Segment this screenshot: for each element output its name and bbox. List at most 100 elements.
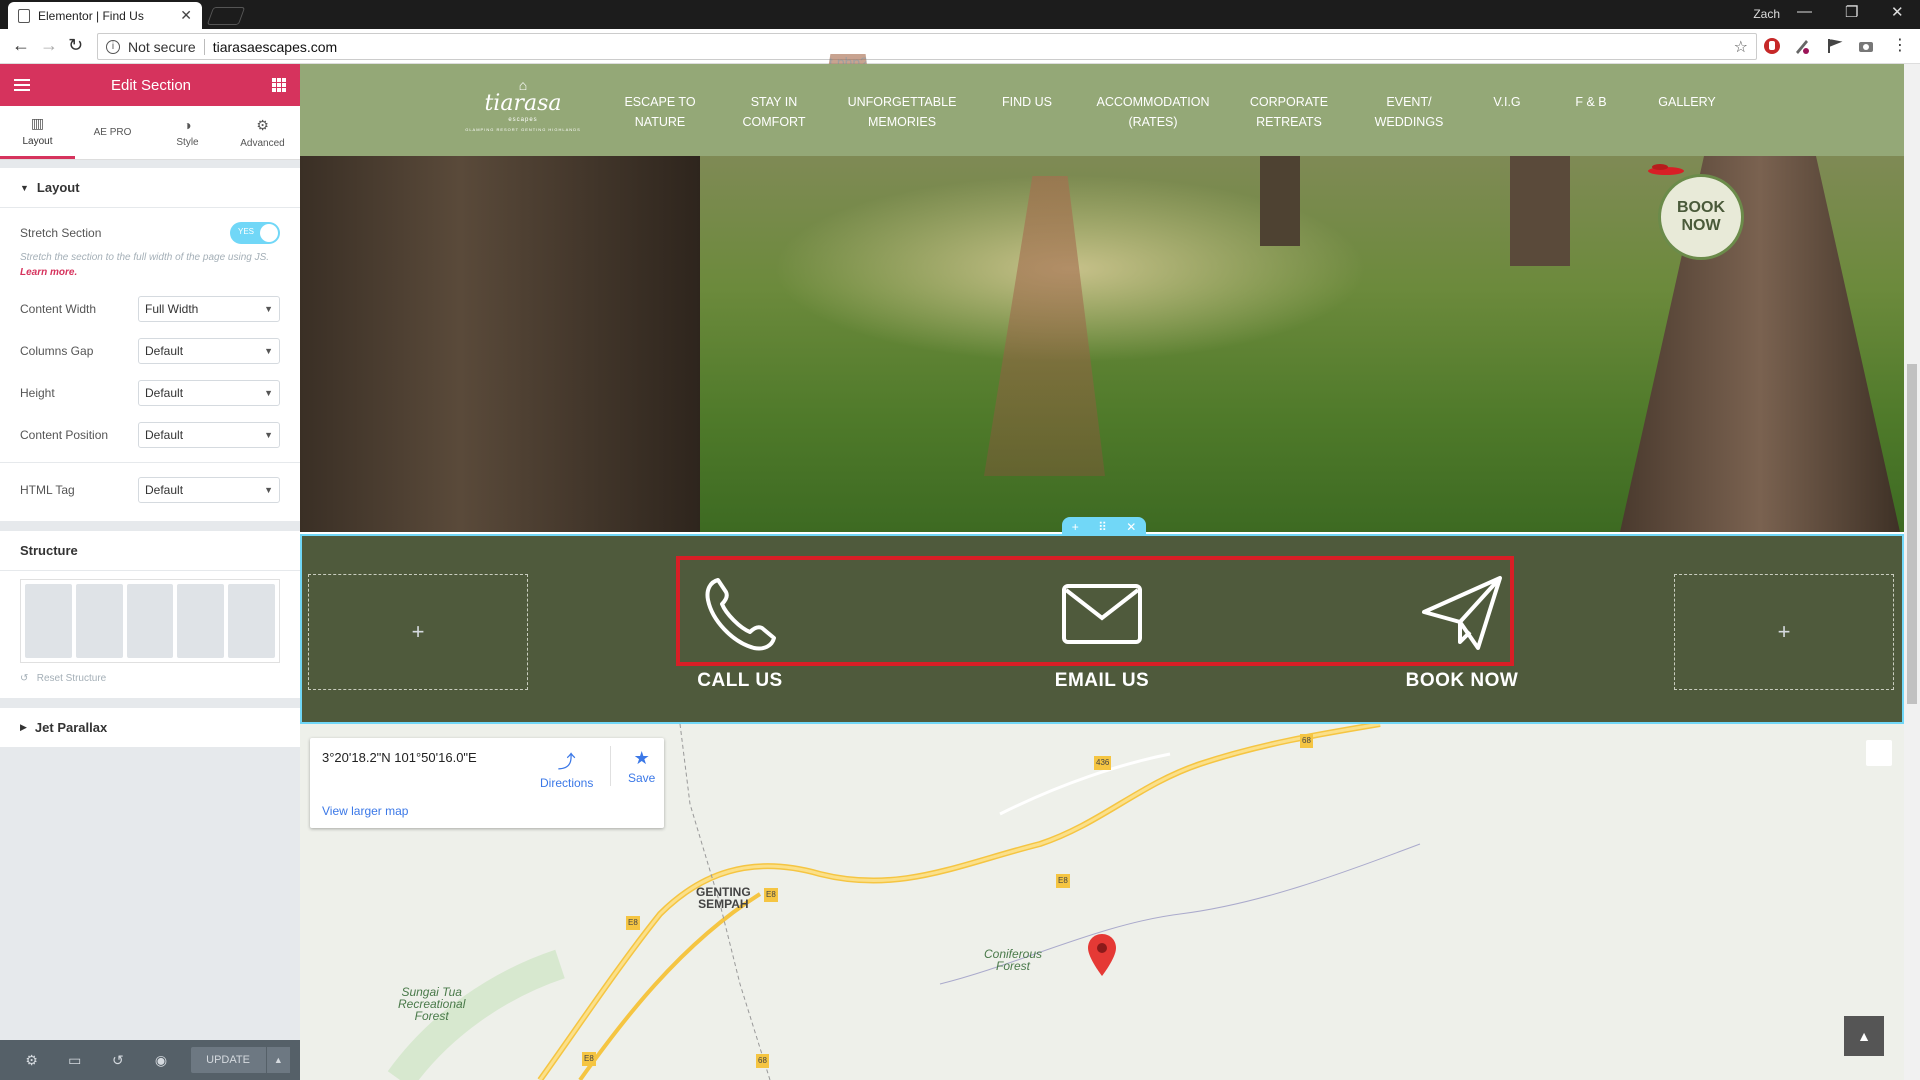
settings-icon[interactable]: ⚙ (10, 1052, 53, 1069)
view-larger-map-link[interactable]: View larger map (322, 804, 408, 818)
preview-eye-icon[interactable]: ◉ (139, 1052, 182, 1069)
save-options-icon[interactable]: ▲ (265, 1047, 291, 1073)
envelope-icon[interactable] (1060, 572, 1144, 656)
nav-line: WEDDINGS (1374, 115, 1444, 129)
email-us-label[interactable]: EMAIL US (1012, 670, 1192, 692)
caret-right-icon: ▶ (20, 722, 27, 732)
dropdown-arrow-icon: ▼ (264, 388, 273, 398)
panel-tabs: ▥ Layout AE PRO ◑ Style ⚙ Advanced (0, 106, 300, 160)
nav-corporate-retreats[interactable]: CORPORATE RETREATS (1250, 92, 1328, 132)
close-window-icon[interactable]: ✕ (1891, 3, 1904, 21)
profile-name[interactable]: Zach (1753, 7, 1780, 21)
directions-button[interactable]: ⤴ Directions (540, 748, 593, 790)
address-bar[interactable]: i Not secure tiarasaescapes.com /wp-admi… (97, 33, 1757, 354)
extension-shield-icon[interactable] (1763, 37, 1781, 55)
nav-accommodation[interactable]: ACCOMMODATION (RATES) (1097, 92, 1210, 132)
height-select[interactable]: Default ▼ (138, 380, 280, 406)
plus-icon: + (411, 619, 425, 644)
dropdown-arrow-icon: ▼ (264, 346, 273, 356)
extension-camera-icon[interactable] (1857, 37, 1875, 55)
preview-scrollbar[interactable] (1904, 64, 1920, 1080)
learn-more-link[interactable]: Learn more. (20, 267, 77, 278)
nav-vig[interactable]: V.I.G (1493, 92, 1520, 112)
forward-icon[interactable]: → (40, 35, 58, 56)
map-label-sungai-tua: Sungai Tua Recreational Forest (398, 986, 465, 1022)
extension-pen-icon[interactable] (1793, 37, 1811, 55)
map-text: Forest (414, 1009, 449, 1023)
empty-column-add[interactable]: + (1674, 574, 1894, 690)
nav-escape-to-nature[interactable]: ESCAPE TO NATURE (624, 92, 695, 132)
contrast-icon: ◑ (183, 117, 192, 133)
history-icon[interactable]: ↺ (96, 1052, 139, 1069)
drag-section-icon[interactable]: ⠿ (1098, 520, 1107, 534)
nav-line: ACCOMMODATION (1096, 95, 1210, 109)
divider (610, 746, 611, 786)
section-heading: Structure (20, 543, 78, 558)
restore-icon[interactable]: ❐ (1845, 3, 1858, 21)
update-button[interactable]: UPDATE (190, 1047, 266, 1073)
responsive-icon[interactable]: ▭ (53, 1052, 96, 1069)
delete-section-icon[interactable]: ✕ (1126, 520, 1136, 534)
stretch-section-toggle[interactable]: YES (230, 222, 280, 244)
nav-event-weddings[interactable]: EVENT/WEDDINGS (1375, 92, 1444, 132)
control-label: Stretch Section (20, 226, 102, 240)
tab-ae-pro[interactable]: AE PRO (75, 106, 150, 159)
extension-flag-icon[interactable] (1825, 37, 1843, 55)
nav-fb[interactable]: F & B (1575, 92, 1606, 112)
nav-unforgettable-memories[interactable]: UNFORGETTABLE MEMORIES (848, 92, 957, 132)
nav-gallery[interactable]: GALLERY (1658, 92, 1715, 112)
contact-section[interactable]: + + CALL US EMAIL US BOOK NOW (300, 534, 1904, 724)
scroll-to-top-button[interactable]: ▲ (1844, 1016, 1884, 1056)
tab-label: Advanced (240, 137, 285, 149)
book-now-badge[interactable]: BOOK NOW (1658, 174, 1744, 260)
minimize-icon[interactable]: — (1797, 3, 1812, 20)
tab-advanced[interactable]: ⚙ Advanced (225, 106, 300, 159)
content-width-select[interactable]: Full Width ▼ (138, 296, 280, 322)
star-icon: ★ (633, 748, 650, 768)
nav-find-us[interactable]: FIND US (1002, 92, 1052, 112)
tab-style[interactable]: ◑ Style (150, 106, 225, 159)
nav-line: V.I.G (1493, 95, 1521, 109)
hamburger-menu-icon[interactable] (14, 79, 30, 91)
save-map-button[interactable]: ★ Save (628, 748, 655, 785)
call-us-label[interactable]: CALL US (650, 670, 830, 692)
elementor-panel: Edit Section ▥ Layout AE PRO ◑ Style ⚙ A… (0, 64, 300, 1080)
book-now-label[interactable]: BOOK NOW (1372, 670, 1552, 692)
reset-icon: ↺ (20, 673, 29, 684)
reload-icon[interactable]: ↻ (68, 35, 83, 56)
tab-close-icon[interactable]: ✕ (180, 7, 192, 24)
site-logo[interactable]: ⌂ tiarasa escapes GLAMPING RESORT GENTIN… (460, 78, 586, 148)
plus-icon: + (1777, 619, 1791, 644)
structure-column (228, 584, 275, 658)
bookmark-star-icon[interactable]: ☆ (1734, 37, 1748, 57)
map-pin-icon[interactable] (1088, 934, 1116, 976)
back-icon[interactable]: ← (12, 35, 30, 56)
scrollbar-thumb[interactable] (1907, 364, 1917, 704)
columns-gap-select[interactable]: Default ▼ (138, 338, 280, 364)
phone-icon[interactable] (698, 572, 782, 656)
jet-parallax-toggle[interactable]: ▶ Jet Parallax (0, 708, 300, 748)
hint-text: Stretch the section to the full width of… (20, 252, 270, 263)
html-tag-select[interactable]: Default ▼ (138, 477, 280, 503)
browser-menu-icon[interactable]: ⋮ (1892, 35, 1908, 55)
browser-toolbar: ← → ↻ i Not secure tiarasaescapes.com /w… (0, 29, 1920, 354)
add-section-icon[interactable]: + (1072, 520, 1079, 534)
content-width-control: Content Width Full Width ▼ (20, 288, 280, 330)
section-heading: Layout (36, 180, 80, 195)
info-icon[interactable]: i (106, 39, 120, 54)
content-position-select[interactable]: Default ▼ (138, 422, 280, 448)
tab-layout[interactable]: ▥ Layout (0, 106, 75, 159)
street-view-pegman-icon[interactable] (1866, 740, 1892, 766)
browser-tab[interactable]: Elementor | Find Us ✕ (8, 2, 202, 29)
paper-plane-icon[interactable] (1420, 572, 1504, 656)
control-label: HTML Tag (20, 483, 75, 497)
structure-preview[interactable] (20, 579, 280, 663)
nav-stay-in-comfort[interactable]: STAY IN COMFORT (743, 92, 806, 132)
widgets-grid-icon[interactable] (271, 78, 286, 92)
new-tab-button[interactable] (206, 7, 246, 25)
empty-column-add[interactable]: + (308, 574, 528, 690)
google-map[interactable]: 3°20'18.2"N 101°50'16.0"E ⤴ Directions ★ S… (300, 724, 1904, 1080)
map-label-coniferous-forest: Coniferous Forest (984, 948, 1042, 972)
reset-structure-button[interactable]: ↺ Reset Structure (20, 673, 280, 684)
layout-section-toggle[interactable]: ▼ Layout (0, 168, 300, 208)
